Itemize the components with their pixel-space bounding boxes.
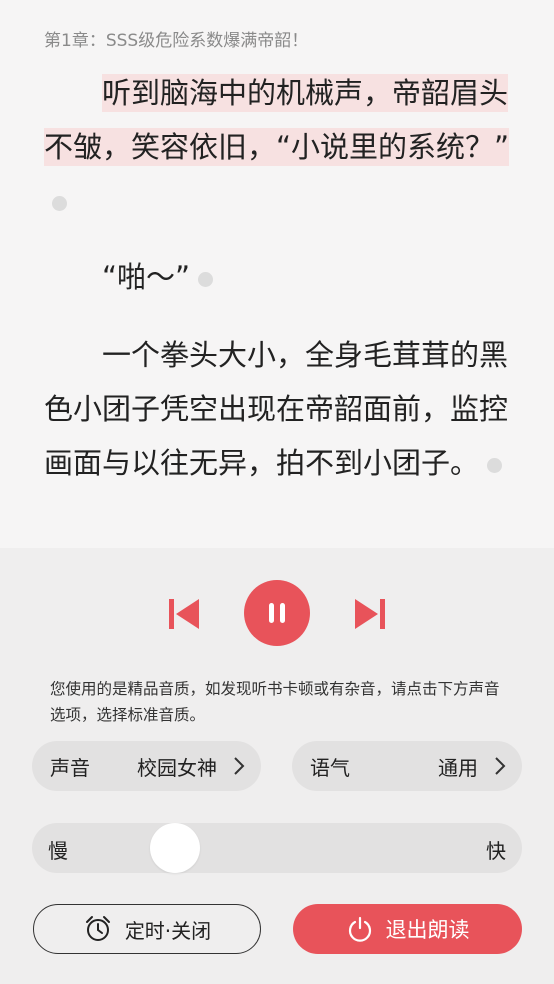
speed-slider[interactable]: 慢 快: [32, 823, 522, 873]
tone-selector[interactable]: 语气 通用: [292, 741, 522, 791]
pause-icon: [269, 603, 285, 623]
paragraph-3[interactable]: 一个拳头大小，全身毛茸茸的黑色小团子凭空出现在帝韶面前，监控画面与以往无异，拍不…: [44, 328, 514, 490]
power-icon: [346, 915, 374, 943]
paragraph-text: 听到脑海中的机械声，帝韶眉头不皱，笑容依旧，“小说里的系统？”: [44, 74, 510, 166]
paragraph-text: 一个拳头大小，全身毛茸茸的黑色小团子凭空出现在帝韶面前，监控画面与以往无异，拍不…: [44, 338, 509, 480]
paragraph-end-dot: [52, 195, 67, 211]
next-button[interactable]: [346, 590, 394, 638]
timer-label: 定时·关闭: [124, 918, 212, 943]
alarm-clock-icon: [83, 914, 113, 944]
chapter-title: 第1章：SSS级危险系数爆满帝韶！: [44, 31, 309, 51]
chevron-right-icon: [234, 757, 245, 775]
audio-quality-notice: 您使用的是精品音质，如发现听书卡顿或有杂音，请点击下方声音选项，选择标准音质。: [50, 680, 500, 724]
paragraph-2[interactable]: “啪～”: [44, 250, 514, 304]
chevron-right-icon: [495, 757, 506, 775]
exit-reading-button[interactable]: 退出朗读: [293, 904, 522, 954]
reader-page: 第1章：SSS级危险系数爆满帝韶！ 听到脑海中的机械声，帝韶眉头不皱，笑容依旧，…: [0, 0, 554, 548]
skip-next-icon: [355, 599, 385, 629]
paragraph-text: “啪～”: [102, 260, 191, 294]
pause-button[interactable]: [244, 580, 310, 646]
skip-previous-icon: [169, 599, 199, 629]
speed-slow-label: 慢: [48, 839, 68, 863]
voice-selector[interactable]: 声音 校园女神: [32, 741, 261, 791]
voice-label: 声音: [50, 755, 90, 780]
speed-slider-handle[interactable]: [149, 823, 200, 873]
paragraph-end-dot: [487, 457, 503, 473]
timer-button[interactable]: 定时·关闭: [33, 904, 261, 954]
read-aloud-panel: 您使用的是精品音质，如发现听书卡顿或有杂音，请点击下方声音选项，选择标准音质。 …: [0, 548, 554, 984]
tone-label: 语气: [310, 755, 350, 780]
voice-value: 校园女神: [137, 755, 217, 780]
exit-label: 退出朗读: [385, 918, 470, 942]
speed-fast-label: 快: [486, 839, 506, 863]
paragraph-1[interactable]: 听到脑海中的机械声，帝韶眉头不皱，笑容依旧，“小说里的系统？”: [44, 66, 514, 228]
previous-button[interactable]: [160, 590, 208, 638]
paragraph-end-dot: [198, 271, 214, 287]
tone-value: 通用: [438, 755, 478, 780]
